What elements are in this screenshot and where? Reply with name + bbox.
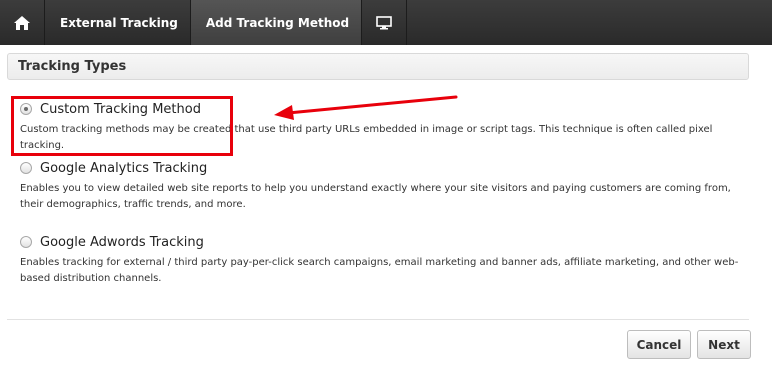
home-icon: [14, 15, 30, 30]
cancel-button[interactable]: Cancel: [627, 330, 691, 359]
option-description-google-analytics: Enables you to view detailed web site re…: [20, 183, 731, 210]
option-description-google-adwords: Enables tracking for external / third pa…: [20, 257, 739, 284]
annotation-highlight-box: [11, 96, 233, 156]
option-google-adwords: Google Adwords Tracking Enables tracking…: [20, 233, 745, 287]
annotation-arrow-icon: [274, 95, 458, 120]
option-label-google-analytics[interactable]: Google Analytics Tracking: [40, 161, 207, 176]
monitor-button[interactable]: [362, 0, 408, 45]
option-google-analytics: Google Analytics Tracking Enables you to…: [20, 159, 745, 213]
tab-add-tracking-method-label: Add Tracking Method: [205, 15, 350, 30]
section-title: Tracking Types: [18, 59, 127, 74]
footer-divider: [7, 319, 749, 320]
option-label-google-adwords[interactable]: Google Adwords Tracking: [40, 235, 204, 250]
radio-google-analytics[interactable]: [20, 162, 32, 174]
section-header-tracking-types: Tracking Types: [7, 53, 749, 80]
top-navigation-bar: External Tracking Add Tracking Method: [0, 0, 772, 45]
next-button[interactable]: Next: [697, 330, 751, 359]
home-button[interactable]: [0, 0, 45, 45]
tab-external-tracking[interactable]: External Tracking: [45, 0, 191, 45]
radio-google-adwords[interactable]: [20, 236, 32, 248]
tab-external-tracking-label: External Tracking: [60, 15, 178, 30]
monitor-icon: [376, 15, 392, 29]
tab-add-tracking-method[interactable]: Add Tracking Method: [190, 0, 363, 45]
